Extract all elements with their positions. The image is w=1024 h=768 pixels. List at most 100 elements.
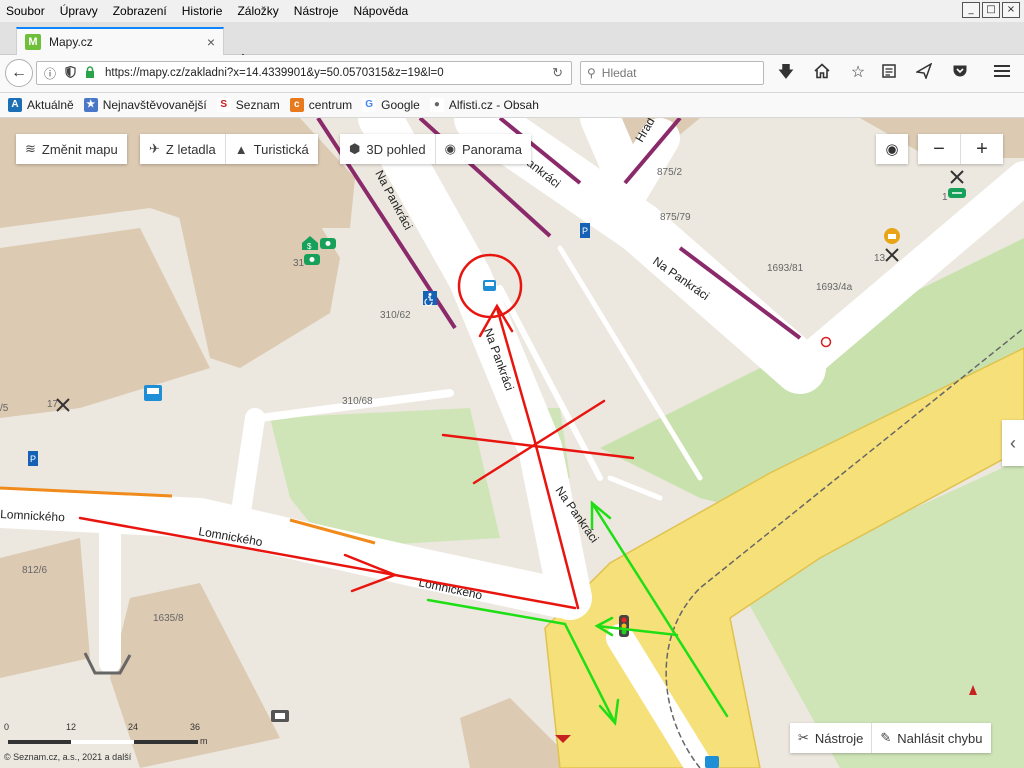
navigation-bar: ← ⓘ https://mapy.cz/zakladni?x=14.433990… — [0, 55, 1024, 93]
menu-file[interactable]: Soubor — [0, 4, 52, 18]
menu-edit[interactable]: Úpravy — [52, 4, 105, 18]
close-window-button[interactable]: × — [1002, 2, 1020, 18]
cafe-icon[interactable] — [271, 710, 289, 722]
pencil-icon: ✎ — [880, 730, 892, 745]
reload-icon[interactable]: ↻ — [552, 65, 563, 81]
most-visited-icon: ★ — [83, 98, 98, 112]
bookmarks-bar: A Aktuálně ★ Nejnavštěvovanější S Seznam… — [0, 93, 1024, 118]
tab-close-icon[interactable]: × — [207, 34, 215, 50]
bookmark-seznam[interactable]: S Seznam — [216, 98, 280, 112]
svg-text:P: P — [582, 226, 588, 236]
url-text[interactable]: https://mapy.cz/zakladni?x=14.4339901&y=… — [105, 67, 552, 79]
house-number: 1 — [942, 192, 948, 203]
eye-icon: ◉ — [444, 141, 456, 156]
send-icon[interactable] — [914, 62, 934, 83]
tourist-button[interactable]: ▲ Turistická — [226, 142, 318, 157]
locate-control[interactable]: ◉ — [876, 134, 908, 164]
parking-icon[interactable]: P — [28, 451, 38, 466]
zoom-in-button[interactable]: + — [961, 138, 1003, 161]
view3d-button[interactable]: ⬢ 3D pohled — [340, 141, 435, 157]
house-number: 812/6 — [22, 565, 47, 576]
bookmark-label: centrum — [308, 98, 353, 112]
zoom-out-button[interactable]: − — [918, 138, 960, 161]
tram-stop-icon[interactable] — [705, 756, 719, 768]
house-number: 1693/81 — [767, 263, 804, 274]
report-error-button[interactable]: ✎ Nahlásit chybu — [872, 730, 990, 746]
locate-icon: ◉ — [885, 141, 899, 158]
aerial-label: Z letadla — [165, 141, 216, 157]
map-canvas[interactable]: Na Pankráci Na Pankráci Na Pankráci Na P… — [0, 118, 1024, 768]
search-icon: ⚲ — [587, 66, 596, 80]
menu-history[interactable]: Historie — [174, 4, 230, 18]
panorama-button[interactable]: ◉ Panorama — [436, 141, 531, 157]
maximize-button[interactable]: □ — [982, 2, 1000, 18]
house-number: 31 — [293, 258, 305, 269]
house-number: 13 — [874, 253, 886, 264]
search-bar[interactable]: ⚲ Hledat — [580, 61, 764, 85]
money-exchange-icon[interactable] — [320, 238, 336, 249]
menu-bar: Soubor Úpravy Zobrazení Historie Záložky… — [0, 0, 1024, 22]
url-bar[interactable]: ⓘ https://mapy.cz/zakladni?x=14.4339901&… — [36, 61, 572, 85]
bookmark-aktualne[interactable]: A Aktuálně — [8, 98, 74, 112]
atm-icon[interactable] — [304, 254, 320, 265]
tram-stop-icon[interactable] — [144, 385, 162, 401]
bookmark-most-visited[interactable]: ★ Nejnavštěvovanější — [83, 98, 207, 112]
house-number: 17 — [47, 399, 59, 410]
centrum-icon: c — [289, 98, 304, 112]
view3d-label: 3D pohled — [366, 141, 426, 157]
restaurant-icon[interactable] — [884, 228, 900, 244]
tools-icon: ✂ — [798, 730, 809, 745]
download-icon[interactable]: 🡇 — [776, 63, 796, 83]
back-button[interactable]: ← — [5, 59, 33, 87]
tab-mapy[interactable]: M Mapy.cz × — [16, 27, 224, 55]
window-controls: _ □ × — [962, 2, 1020, 18]
parking-icon[interactable]: P — [580, 223, 590, 238]
scale-tick: 24 — [128, 722, 139, 732]
copyright[interactable]: © Seznam.cz, a.s., 2021 a další — [4, 752, 131, 762]
map-svg[interactable]: Na Pankráci Na Pankráci Na Pankráci Na P… — [0, 118, 1024, 768]
bookmark-centrum[interactable]: c centrum — [289, 98, 353, 112]
home-icon[interactable] — [812, 63, 832, 83]
shield-icon[interactable] — [63, 65, 77, 81]
bookmark-label: Alfisti.cz - Obsah — [448, 98, 539, 112]
menu-tools[interactable]: Nástroje — [286, 4, 346, 18]
layers-icon: ≋ — [25, 141, 36, 156]
house-number: /5 — [0, 403, 9, 414]
map-type-control: ✈ Z letadla ▲ Turistická — [140, 134, 318, 164]
collapse-panel-button[interactable]: ‹ — [1002, 420, 1024, 466]
bookmark-alfisti[interactable]: ● Alfisti.cz - Obsah — [429, 98, 539, 112]
aerial-button[interactable]: ✈ Z letadla — [140, 141, 225, 157]
change-map-label: Změnit mapu — [41, 141, 118, 157]
menu-bookmarks[interactable]: Záložky — [229, 4, 285, 18]
minimize-button[interactable]: _ — [962, 2, 980, 18]
google-icon: G — [362, 98, 377, 112]
menu-help[interactable]: Nápověda — [345, 4, 415, 18]
car-service-icon[interactable] — [948, 188, 966, 198]
tools-label: Nástroje — [814, 730, 864, 746]
change-map-control[interactable]: ≋ Změnit mapu — [16, 134, 127, 164]
tools-button[interactable]: ✂ Nástroje — [790, 730, 871, 746]
search-placeholder: Hledat — [601, 66, 637, 80]
cube-icon: ⬢ — [349, 141, 361, 156]
house-number: 1635/8 — [153, 613, 184, 624]
traffic-light-icon[interactable] — [619, 615, 629, 637]
scale-unit: m — [200, 736, 208, 746]
house-number: 875/79 — [660, 212, 691, 223]
roundabout — [782, 350, 818, 386]
bookmark-google[interactable]: G Google — [362, 98, 420, 112]
house-number: 875/2 — [657, 167, 682, 178]
lock-icon[interactable] — [83, 65, 97, 81]
mapy-favicon-icon: M — [25, 34, 41, 50]
hamburger-menu-icon[interactable] — [992, 63, 1012, 83]
change-map-button[interactable]: ≋ Změnit mapu — [16, 141, 127, 157]
view-control: ⬢ 3D pohled ◉ Panorama — [340, 134, 531, 164]
wheelchair-icon[interactable] — [423, 291, 437, 307]
info-icon[interactable]: ⓘ — [43, 65, 57, 82]
pocket-icon[interactable] — [950, 63, 970, 83]
reader-icon[interactable] — [879, 63, 899, 83]
report-error-label: Nahlásit chybu — [897, 730, 983, 746]
bus-stop-icon[interactable] — [483, 280, 496, 291]
target-icon[interactable] — [820, 336, 832, 348]
menu-view[interactable]: Zobrazení — [105, 4, 174, 18]
star-icon[interactable]: ☆ — [848, 63, 868, 83]
